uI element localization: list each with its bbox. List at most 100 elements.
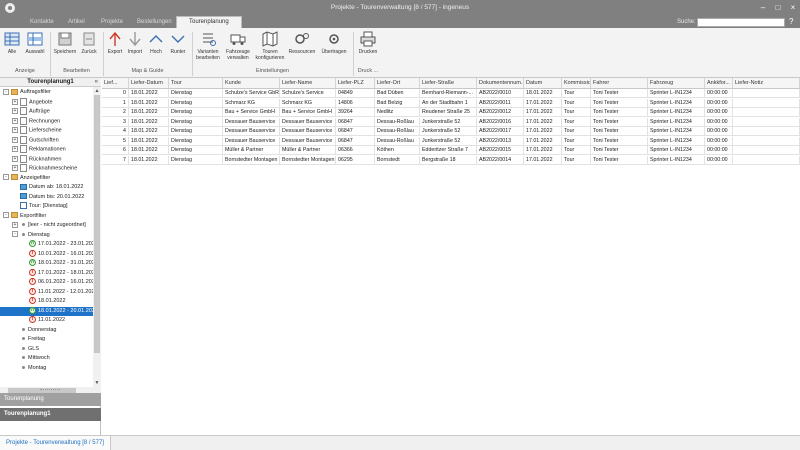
table-cell[interactable]: Toni Tester bbox=[591, 136, 648, 146]
table-cell[interactable]: Toni Tester bbox=[591, 127, 648, 136]
speichern-button[interactable]: Speichern bbox=[53, 31, 77, 67]
minimize-icon[interactable]: – bbox=[756, 2, 770, 14]
table-cell[interactable]: 06366 bbox=[336, 146, 375, 155]
tree-vertical-scrollbar[interactable]: ▲ ▼ bbox=[93, 87, 101, 387]
table-cell[interactable]: 18.01.2022 bbox=[129, 98, 169, 108]
runter-button[interactable]: Runter bbox=[167, 31, 189, 67]
tree-item[interactable]: Freitag bbox=[0, 335, 93, 344]
table-cell[interactable]: Bergstraße 18 bbox=[420, 155, 477, 165]
table-cell[interactable]: Dessauer Bauservice bbox=[280, 136, 336, 146]
table-cell[interactable]: Dienstag bbox=[169, 146, 223, 155]
table-cell[interactable]: 06847 bbox=[336, 117, 375, 127]
tree-item[interactable]: - Auftragsfilter bbox=[0, 88, 93, 97]
table-cell[interactable] bbox=[733, 108, 800, 117]
table-cell[interactable]: Sprinter L-IN1234 bbox=[648, 155, 705, 165]
table-cell[interactable]: 4 bbox=[102, 127, 129, 136]
tree-item[interactable]: T 10.01.2022 - 16.01.2022 bbox=[0, 249, 93, 259]
tree-item[interactable]: + Rücknahmen bbox=[0, 154, 93, 164]
table-cell[interactable] bbox=[733, 136, 800, 146]
table-cell[interactable]: Dessauer Bauservice bbox=[223, 117, 280, 127]
column-header[interactable]: Liefer-Datum bbox=[129, 78, 169, 89]
table-cell[interactable]: Tour bbox=[562, 98, 591, 108]
table-cell[interactable]: Sprinter L-IN1234 bbox=[648, 108, 705, 117]
tree-item[interactable]: Datum bis: 20.01.2022 bbox=[0, 193, 93, 202]
table-cell[interactable]: AB2022/0013 bbox=[477, 136, 524, 146]
hoch-button[interactable]: Hoch bbox=[146, 31, 166, 67]
table-cell[interactable]: Toni Tester bbox=[591, 146, 648, 155]
table-cell[interactable]: 00:00:00 bbox=[705, 98, 733, 108]
table-cell[interactable]: Sprinter L-IN1234 bbox=[648, 136, 705, 146]
tab-bestellungen[interactable]: Bestellungen bbox=[133, 17, 176, 28]
column-header[interactable]: Fahrzeug bbox=[648, 78, 705, 89]
table-cell[interactable]: 7 bbox=[102, 155, 129, 165]
table-cell[interactable]: Tour bbox=[562, 127, 591, 136]
maximize-icon[interactable]: □ bbox=[771, 2, 785, 14]
scroll-thumb[interactable] bbox=[94, 95, 100, 353]
column-header[interactable]: Kunde bbox=[223, 78, 280, 89]
table-cell[interactable]: Bornstedter Montagen bbox=[223, 155, 280, 165]
tree-item[interactable]: + Angebote bbox=[0, 97, 93, 107]
table-cell[interactable]: 6 bbox=[102, 146, 129, 155]
nav-tourenplanung1[interactable]: Tourenplanung1 bbox=[0, 408, 101, 421]
table-cell[interactable]: 00:00:00 bbox=[705, 108, 733, 117]
tree-item[interactable]: - Exportfilter bbox=[0, 212, 93, 221]
table-cell[interactable]: 17.01.2022 bbox=[524, 108, 562, 117]
table-cell[interactable]: Dienstag bbox=[169, 108, 223, 117]
tree-item[interactable]: Tour: [Dienstag] bbox=[0, 202, 93, 211]
tab-artikel[interactable]: Artikel bbox=[64, 17, 89, 28]
collapse-icon[interactable]: - bbox=[3, 88, 9, 95]
table-cell[interactable]: Tour bbox=[562, 108, 591, 117]
table-cell[interactable]: Dessauer Bauservice bbox=[223, 136, 280, 146]
alle-button[interactable]: Alle bbox=[2, 31, 22, 67]
table-cell[interactable]: AB2022/0014 bbox=[477, 155, 524, 165]
table-cell[interactable]: Dienstag bbox=[169, 117, 223, 127]
table-cell[interactable] bbox=[733, 89, 800, 98]
table-cell[interactable]: Müller & Partner bbox=[280, 146, 336, 155]
tree-item[interactable]: + Reklamationen bbox=[0, 145, 93, 154]
table-cell[interactable]: Tour bbox=[562, 89, 591, 98]
table-cell[interactable]: Junkerstraße 52 bbox=[420, 136, 477, 146]
table-cell[interactable]: 04849 bbox=[336, 89, 375, 98]
tree-item[interactable]: + Gutschriften bbox=[0, 135, 93, 145]
table-cell[interactable]: Toni Tester bbox=[591, 108, 648, 117]
tree-item[interactable]: + Aufträge bbox=[0, 107, 93, 116]
touren-konfigurieren-button[interactable]: Touren konfigurieren bbox=[254, 31, 286, 67]
table-cell[interactable]: Dessau-Roßlau bbox=[375, 117, 420, 127]
table-cell[interactable]: 00:00:00 bbox=[705, 136, 733, 146]
tree-item[interactable]: T 18.01.2022 bbox=[0, 297, 93, 306]
expand-icon[interactable]: + bbox=[12, 127, 18, 133]
nav-tourenplanung[interactable]: Tourenplanung bbox=[0, 393, 101, 406]
table-cell[interactable]: 00:00:00 bbox=[705, 146, 733, 155]
table-cell[interactable]: AB2022/0010 bbox=[477, 89, 524, 98]
table-cell[interactable]: Sprinter L-IN1234 bbox=[648, 98, 705, 108]
column-header[interactable]: Fahrer bbox=[591, 78, 648, 89]
column-header[interactable]: Datum bbox=[524, 78, 562, 89]
export-button[interactable]: Export bbox=[105, 31, 125, 67]
table-cell[interactable]: 1 bbox=[102, 98, 129, 108]
table-cell[interactable]: Tour bbox=[562, 155, 591, 165]
expand-icon[interactable]: + bbox=[12, 136, 18, 143]
tree-item[interactable]: T 17.01.2022 - 18.01.2022 bbox=[0, 268, 93, 278]
table-cell[interactable]: 18.01.2022 bbox=[129, 108, 169, 117]
tree-item[interactable]: - Anzeigefilter bbox=[0, 174, 93, 183]
table-cell[interactable] bbox=[733, 127, 800, 136]
table-cell[interactable]: Bernhard-Riemann-... bbox=[420, 89, 477, 98]
table-cell[interactable]: 00:00:00 bbox=[705, 155, 733, 165]
table-cell[interactable]: Junkerstraße 52 bbox=[420, 117, 477, 127]
tree-item[interactable]: + Rücknahmescheine bbox=[0, 164, 93, 173]
tab-tourenplanung[interactable]: Tourenplanung bbox=[176, 16, 242, 28]
collapse-icon[interactable]: - bbox=[3, 174, 9, 181]
table-cell[interactable]: An der Stadtbahn 1 bbox=[420, 98, 477, 108]
table-cell[interactable]: 18.01.2022 bbox=[129, 155, 169, 165]
tree-item[interactable]: T 11.01.2022 bbox=[0, 316, 93, 325]
collapse-panel-icon[interactable]: « bbox=[95, 79, 98, 85]
table-cell[interactable]: AB2022/0012 bbox=[477, 108, 524, 117]
table-cell[interactable]: Reudener Straße 25 bbox=[420, 108, 477, 117]
close-icon[interactable]: × bbox=[786, 2, 800, 14]
table-cell[interactable]: 18.01.2022 bbox=[129, 127, 169, 136]
table-cell[interactable]: AB2022/0016 bbox=[477, 117, 524, 127]
table-cell[interactable]: Toni Tester bbox=[591, 117, 648, 127]
table-cell[interactable]: 17.01.2022 bbox=[524, 127, 562, 136]
column-header[interactable]: Tour bbox=[169, 78, 223, 89]
table-cell[interactable]: 18.01.2022 bbox=[129, 146, 169, 155]
